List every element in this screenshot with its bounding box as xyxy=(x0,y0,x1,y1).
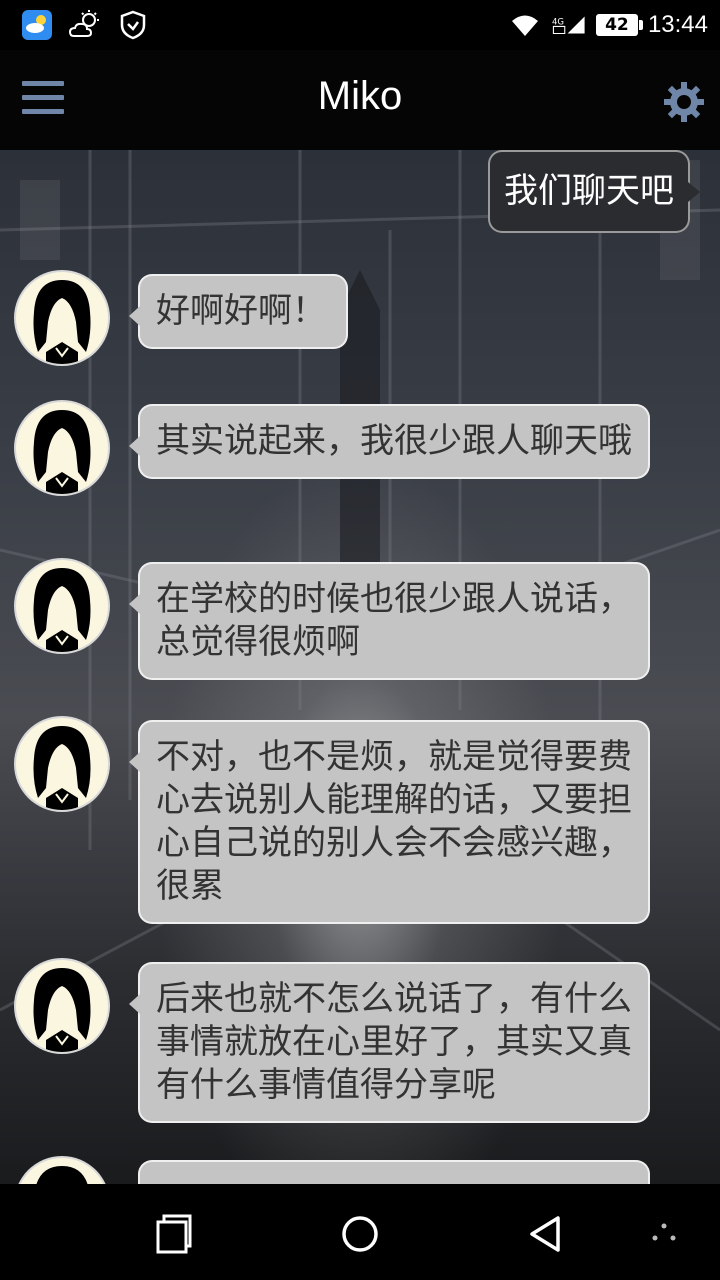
girl-avatar-icon xyxy=(33,726,91,810)
home-icon xyxy=(342,1216,378,1252)
status-clock: 13:44 xyxy=(647,11,708,38)
phone-screen: 4G 42 13:44 Miko 我们聊天吧 好啊好啊！ 其实说起来，我很少跟人… xyxy=(0,0,720,1280)
chat-area[interactable]: 我们聊天吧 好啊好啊！ 其实说起来，我很少跟人聊天哦 在学校的时候也很少跟人说话… xyxy=(0,150,720,1184)
wifi-icon xyxy=(508,8,542,42)
navigation-bar xyxy=(0,1184,720,1280)
home-button[interactable] xyxy=(338,1212,382,1256)
avatar[interactable] xyxy=(16,960,108,1052)
user-message-bubble[interactable]: 我们聊天吧 xyxy=(490,152,700,231)
girl-avatar-icon xyxy=(33,280,91,364)
girl-avatar-icon xyxy=(33,410,91,494)
gear-icon xyxy=(664,82,704,122)
bot-message-bubble[interactable]: 不对，也不是烦，就是觉得要费心去说别人能理解的话，又要担心自己说的别人会不会感兴… xyxy=(129,722,648,922)
page-title: Miko xyxy=(317,74,403,118)
recent-apps-button[interactable] xyxy=(152,1212,196,1256)
status-bar: 4G 42 13:44 xyxy=(0,0,720,50)
avatar[interactable] xyxy=(16,560,108,652)
bot-message-bubble[interactable]: 好啊好啊！ xyxy=(129,276,346,347)
girl-avatar-icon xyxy=(33,968,91,1052)
avatar[interactable] xyxy=(16,718,108,810)
svg-text:4G: 4G xyxy=(552,17,564,27)
signal-icon: 4G xyxy=(552,8,586,42)
more-options-button[interactable] xyxy=(642,1212,686,1256)
settings-button[interactable] xyxy=(662,80,706,124)
partly-cloudy-icon xyxy=(68,8,102,42)
user-message-row: 我们聊天吧 xyxy=(0,150,720,240)
shield-icon xyxy=(116,8,150,42)
bot-message-bubble[interactable]: 其实说起来，我很少跟人聊天哦 xyxy=(129,406,648,477)
more-icon xyxy=(652,1223,676,1241)
battery-indicator: 42 xyxy=(595,14,643,36)
back-icon xyxy=(530,1216,560,1252)
recent-apps-icon xyxy=(156,1214,192,1254)
avatar[interactable] xyxy=(16,402,108,494)
girl-avatar-icon xyxy=(33,568,91,652)
back-button[interactable] xyxy=(524,1212,568,1256)
bot-message-bubble[interactable]: 后来也就不怎么说话了，有什么事情就放在心里好了，其实又真有什么事情值得分享呢 xyxy=(129,964,648,1121)
app-bar: Miko xyxy=(0,50,720,150)
bot-message-bubble[interactable] xyxy=(140,1162,648,1184)
avatar[interactable] xyxy=(16,272,108,364)
bot-message-bubble[interactable]: 在学校的时候也很少跟人说话，总觉得很烦啊 xyxy=(129,564,648,678)
weather-app-icon xyxy=(20,8,54,42)
